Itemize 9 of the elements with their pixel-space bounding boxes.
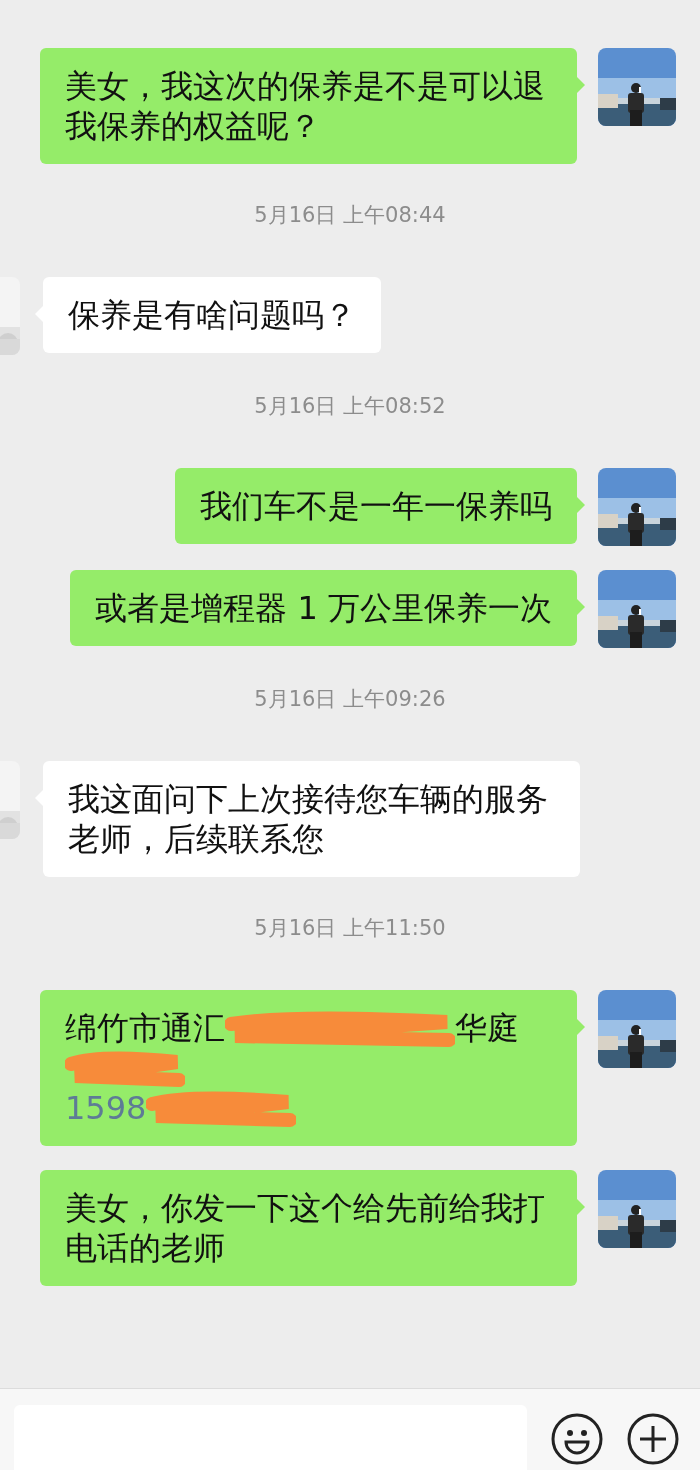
timestamp: 5月16日 上午08:52 xyxy=(253,394,447,418)
address-text: 绵竹市通汇 xyxy=(65,1009,225,1047)
plus-icon[interactable] xyxy=(627,1413,679,1465)
timestamp: 5月16日 上午08:44 xyxy=(253,203,447,227)
timestamp: 5月16日 上午09:26 xyxy=(253,687,447,711)
address-text: 华庭 xyxy=(455,1009,519,1047)
emoji-icon[interactable] xyxy=(551,1413,603,1465)
timestamp: 5月16日 上午11:50 xyxy=(253,916,447,940)
phone-number: 1598 xyxy=(65,1089,147,1127)
